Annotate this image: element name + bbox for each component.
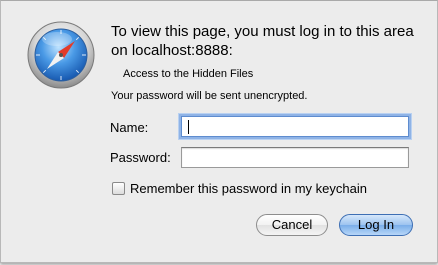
remember-checkbox[interactable]	[112, 181, 125, 195]
unencrypted-warning: Your password will be sent unencrypted.	[111, 90, 308, 102]
password-field[interactable]	[181, 147, 409, 168]
text-caret	[188, 120, 189, 134]
safari-compass-icon	[27, 21, 95, 89]
remember-label: Remember this password in my keychain	[130, 180, 367, 196]
login-dialog: To view this page, you must log in to th…	[0, 0, 438, 263]
password-label: Password:	[110, 150, 171, 165]
log-in-button[interactable]: Log In	[339, 214, 413, 236]
remember-password-option[interactable]: Remember this password in my keychain	[112, 179, 367, 197]
cancel-button[interactable]: Cancel	[256, 214, 328, 236]
dialog-message: To view this page, you must log in to th…	[111, 23, 414, 59]
name-label: Name:	[110, 120, 149, 135]
name-field[interactable]	[181, 116, 409, 137]
realm-name: Access to the Hidden Files	[123, 68, 254, 80]
